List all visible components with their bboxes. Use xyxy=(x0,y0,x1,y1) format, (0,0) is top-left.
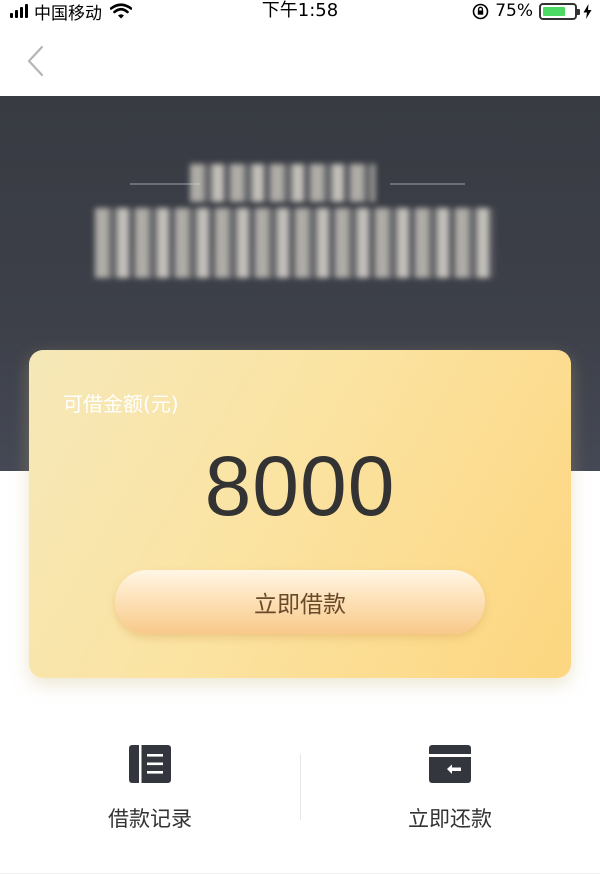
battery-icon xyxy=(539,2,580,20)
list-document-icon xyxy=(129,745,171,783)
borrow-now-button[interactable]: 立即借款 xyxy=(115,570,485,634)
bottom-actions: 借款记录 立即还款 xyxy=(0,700,600,874)
repay-now-label: 立即还款 xyxy=(408,807,492,831)
nav-bar xyxy=(0,22,600,96)
loan-records-action[interactable]: 借款记录 xyxy=(0,745,300,833)
repay-now-action[interactable]: 立即还款 xyxy=(300,745,600,833)
decorative-line-right xyxy=(390,183,465,185)
card-return-icon xyxy=(429,745,471,783)
back-chevron-icon[interactable] xyxy=(22,44,48,78)
status-bar: 中国移动 下午1:58 75% xyxy=(0,0,600,24)
available-amount-label: 可借金额(元) xyxy=(63,392,179,416)
loan-records-label: 借款记录 xyxy=(108,807,192,831)
charging-bolt-icon xyxy=(583,3,592,19)
obscured-title-blur xyxy=(190,164,375,202)
available-amount-value: 8000 xyxy=(204,439,396,533)
battery-percent: 75% xyxy=(495,1,533,21)
obscured-subtitle-blur xyxy=(95,208,495,278)
loan-amount-card: 可借金额(元) 8000 立即借款 xyxy=(29,350,571,678)
rotation-lock-icon xyxy=(472,3,489,19)
